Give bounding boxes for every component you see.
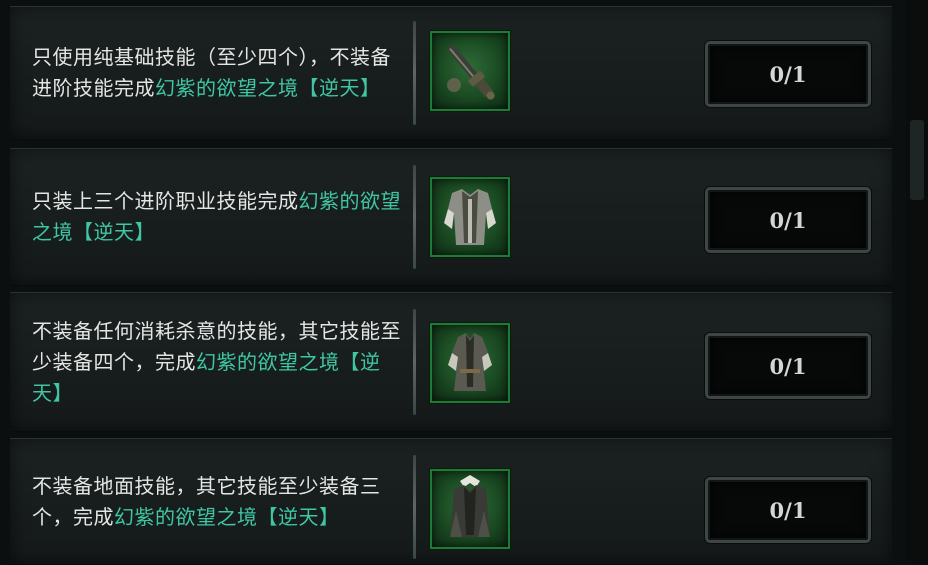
quest-description: 不装备任何消耗杀意的技能，其它技能至少装备四个，完成幻紫的欲望之境【逆天】 bbox=[32, 293, 402, 431]
reward-item-slot[interactable] bbox=[430, 177, 510, 257]
weapon-icon bbox=[446, 43, 495, 100]
quest-description: 只使用纯基础技能（至少四个），不装备进阶技能完成幻紫的欲望之境【逆天】 bbox=[32, 7, 402, 139]
quest-target-highlight: 幻紫的欲望之境【逆天】 bbox=[155, 76, 381, 100]
quest-card-4: 不装备地面技能，其它技能至少装备三个，完成幻紫的欲望之境【逆天】 0/1 bbox=[10, 438, 892, 565]
quest-card-3: 不装备任何消耗杀意的技能，其它技能至少装备四个，完成幻紫的欲望之境【逆天】 0/… bbox=[10, 292, 892, 432]
divider bbox=[413, 165, 416, 269]
quest-description: 只装上三个进阶职业技能完成幻紫的欲望之境【逆天】 bbox=[32, 149, 402, 285]
progress-counter: 0/1 bbox=[705, 477, 871, 543]
quest-list: 只使用纯基础技能（至少四个），不装备进阶技能完成幻紫的欲望之境【逆天】 0/1 … bbox=[10, 0, 892, 565]
progress-text: 0/1 bbox=[769, 497, 807, 523]
reward-item-slot[interactable] bbox=[430, 469, 510, 549]
progress-text: 0/1 bbox=[769, 61, 807, 87]
quest-card-2: 只装上三个进阶职业技能完成幻紫的欲望之境【逆天】 0/1 bbox=[10, 148, 892, 286]
quest-card-1: 只使用纯基础技能（至少四个），不装备进阶技能完成幻紫的欲望之境【逆天】 0/1 bbox=[10, 6, 892, 140]
scrollbar[interactable] bbox=[906, 0, 928, 563]
quest-text: 只装上三个进阶职业技能完成 bbox=[32, 189, 299, 213]
divider bbox=[413, 21, 416, 125]
robe-icon bbox=[448, 333, 492, 391]
quest-target-highlight: 幻紫的欲望之境【逆天】 bbox=[114, 504, 340, 529]
progress-counter: 0/1 bbox=[705, 41, 871, 107]
divider bbox=[413, 455, 416, 559]
reward-item-slot[interactable] bbox=[430, 323, 510, 403]
cloak-icon bbox=[450, 475, 490, 537]
progress-counter: 0/1 bbox=[705, 187, 871, 253]
progress-counter: 0/1 bbox=[705, 333, 871, 399]
armor-icon bbox=[444, 189, 496, 245]
reward-item-slot[interactable] bbox=[430, 31, 510, 111]
divider bbox=[413, 309, 416, 415]
progress-text: 0/1 bbox=[769, 207, 807, 233]
quest-description: 不装备地面技能，其它技能至少装备三个，完成幻紫的欲望之境【逆天】 bbox=[32, 439, 402, 564]
progress-text: 0/1 bbox=[769, 353, 807, 379]
scrollbar-thumb[interactable] bbox=[910, 120, 924, 200]
